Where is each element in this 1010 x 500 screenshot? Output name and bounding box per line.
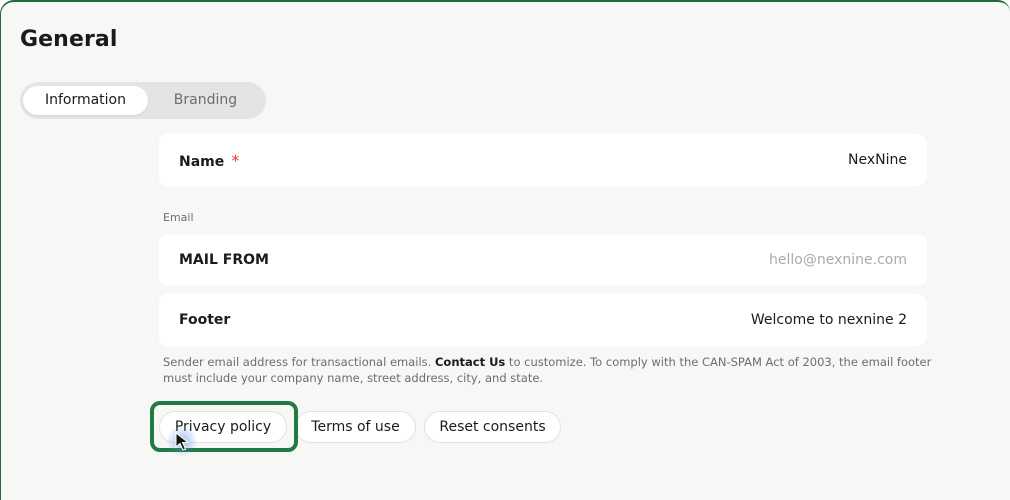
footer-field-row[interactable]: Footer Welcome to nexnine 2: [159, 294, 927, 346]
settings-window: General Information Branding Name * NexN…: [0, 0, 1010, 500]
email-section-label: Email: [163, 211, 194, 224]
page-title: General: [20, 27, 118, 52]
mail-from-label: MAIL FROM: [179, 252, 269, 268]
name-field-row[interactable]: Name * NexNine: [159, 134, 927, 186]
email-help-text: Sender email address for transactional e…: [163, 354, 933, 386]
privacy-policy-button[interactable]: Privacy policy: [159, 411, 287, 443]
name-field-label-group: Name *: [179, 151, 239, 170]
reset-consents-button[interactable]: Reset consents: [424, 411, 561, 443]
name-field-label: Name: [179, 153, 225, 170]
terms-of-use-button[interactable]: Terms of use: [295, 411, 416, 443]
mail-from-field-row[interactable]: MAIL FROM hello@nexnine.com: [159, 234, 927, 286]
required-asterisk: *: [231, 150, 240, 170]
tab-branding[interactable]: Branding: [148, 86, 263, 115]
footer-value[interactable]: Welcome to nexnine 2: [751, 312, 907, 328]
name-field-value[interactable]: NexNine: [848, 152, 907, 168]
tab-information[interactable]: Information: [23, 86, 148, 115]
tab-bar: Information Branding: [20, 82, 266, 119]
contact-us-link[interactable]: Contact Us: [435, 355, 505, 369]
help-text-start: Sender email address for transactional e…: [163, 355, 435, 369]
mail-from-input[interactable]: hello@nexnine.com: [769, 252, 907, 268]
footer-label: Footer: [179, 312, 231, 328]
